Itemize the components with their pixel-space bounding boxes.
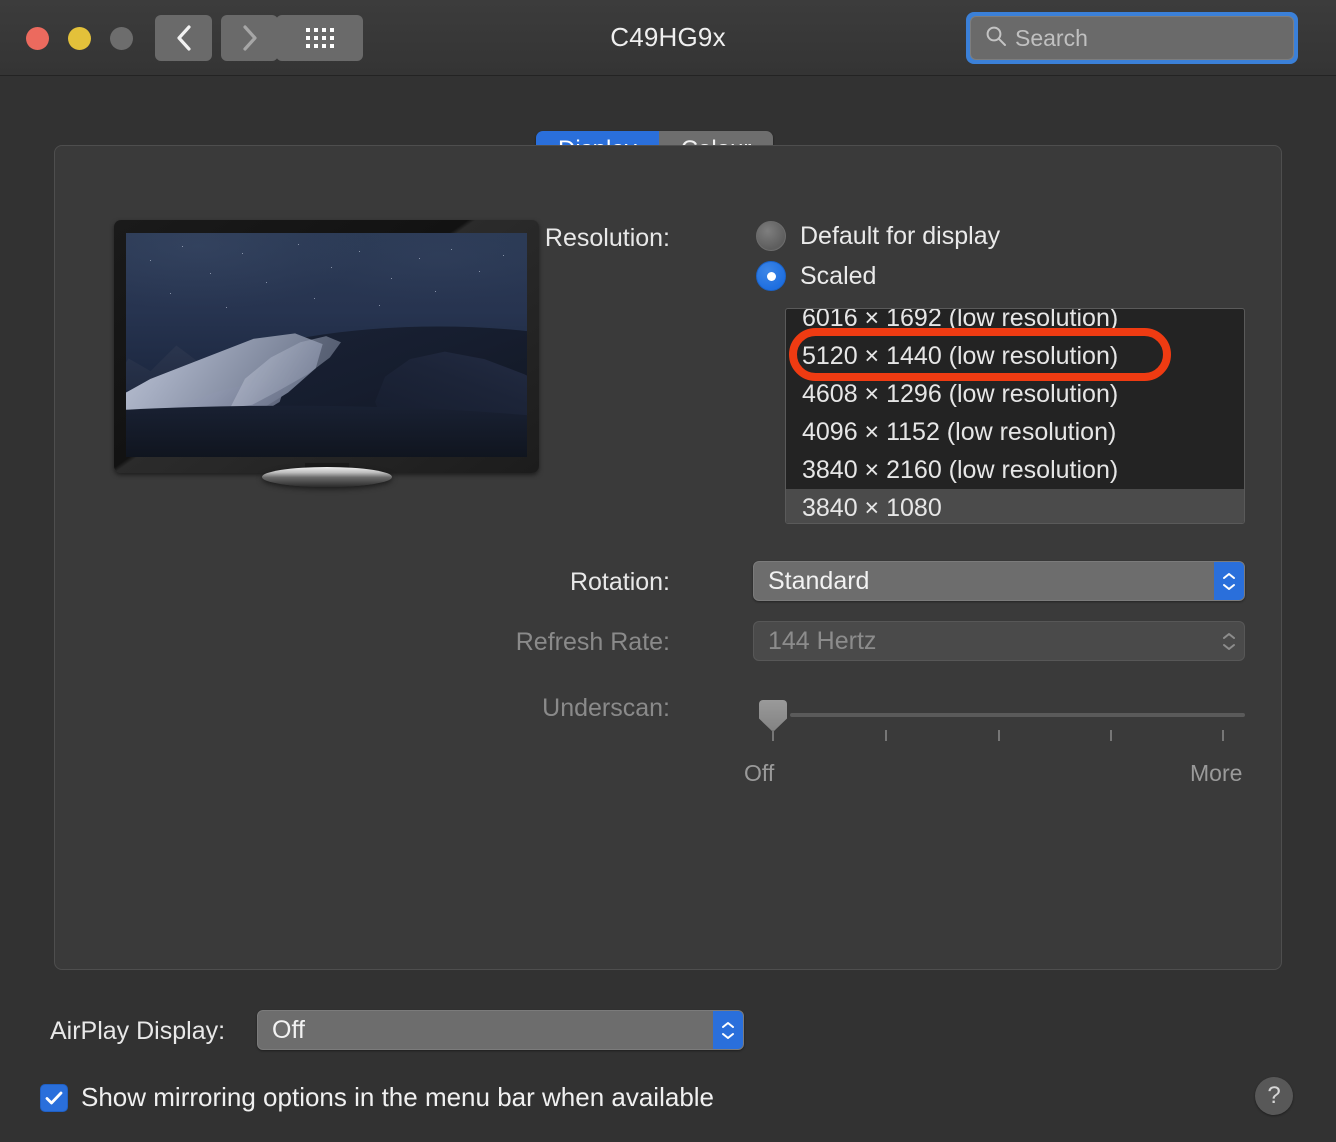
resolution-list-item[interactable]: 6016 × 1692 (low resolution) [786, 309, 1244, 337]
airplay-label: AirPlay Display: [50, 1017, 226, 1045]
underscan-label: Underscan: [542, 694, 670, 722]
resolution-option-default[interactable]: Default for display [756, 221, 1000, 251]
airplay-popup[interactable]: Off [257, 1010, 744, 1050]
rotation-label: Rotation: [569, 568, 670, 596]
search-icon [985, 25, 1015, 52]
resolution-list-item-selected[interactable]: 3840 × 1080 [786, 489, 1244, 523]
underscan-max-label: More [1190, 760, 1243, 786]
rotation-value: Standard [768, 566, 870, 595]
underscan-slider-track[interactable] [790, 713, 1245, 717]
display-preview [114, 220, 539, 487]
monitor-bezel [114, 220, 539, 473]
monitor-stand-base [261, 467, 392, 487]
airplay-value: Off [272, 1015, 305, 1044]
search-focus-ring: Search [966, 12, 1298, 64]
mirroring-checkbox-row[interactable]: Show mirroring options in the menu bar w… [40, 1082, 714, 1113]
radio-default-label: Default for display [800, 221, 1001, 250]
radio-scaled-label: Scaled [800, 261, 877, 290]
help-button[interactable]: ? [1255, 1077, 1293, 1115]
mirroring-label: Show mirroring options in the menu bar w… [81, 1082, 715, 1112]
underscan-slider-ticks [772, 730, 1224, 741]
refresh-rate-popup: 144 Hertz [753, 621, 1245, 661]
resolution-list-item[interactable]: 4096 × 1152 (low resolution) [786, 413, 1244, 451]
rotation-stepper[interactable] [1214, 562, 1244, 600]
resolution-list[interactable]: 6016 × 1692 (low resolution) 5120 × 1440… [785, 308, 1245, 524]
resolution-label: Resolution: [544, 224, 670, 252]
refresh-rate-label: Refresh Rate: [515, 628, 670, 656]
display-preferences-window: C49HG9x Search Display Colour [0, 0, 1336, 1142]
window-titlebar: C49HG9x Search [0, 0, 1336, 76]
search-field[interactable]: Search [970, 16, 1294, 60]
refresh-rate-stepper [1214, 622, 1244, 660]
radio-scaled[interactable] [756, 261, 786, 291]
checkmark-icon [45, 1091, 63, 1104]
question-mark-icon: ? [1267, 1082, 1281, 1109]
airplay-stepper[interactable] [713, 1011, 743, 1049]
monitor-screen [126, 233, 527, 457]
underscan-min-label: Off [744, 760, 775, 786]
resolution-list-item[interactable]: 5120 × 1440 (low resolution) [786, 337, 1244, 375]
resolution-list-item[interactable]: 4608 × 1296 (low resolution) [786, 375, 1244, 413]
resolution-list-item[interactable]: 3840 × 2160 (low resolution) [786, 451, 1244, 489]
refresh-rate-value: 144 Hertz [768, 626, 877, 655]
radio-default-for-display[interactable] [756, 221, 786, 251]
resolution-option-scaled[interactable]: Scaled [756, 261, 876, 291]
search-placeholder: Search [1015, 24, 1088, 51]
mirroring-checkbox[interactable] [40, 1083, 68, 1112]
rotation-popup[interactable]: Standard [753, 561, 1245, 601]
